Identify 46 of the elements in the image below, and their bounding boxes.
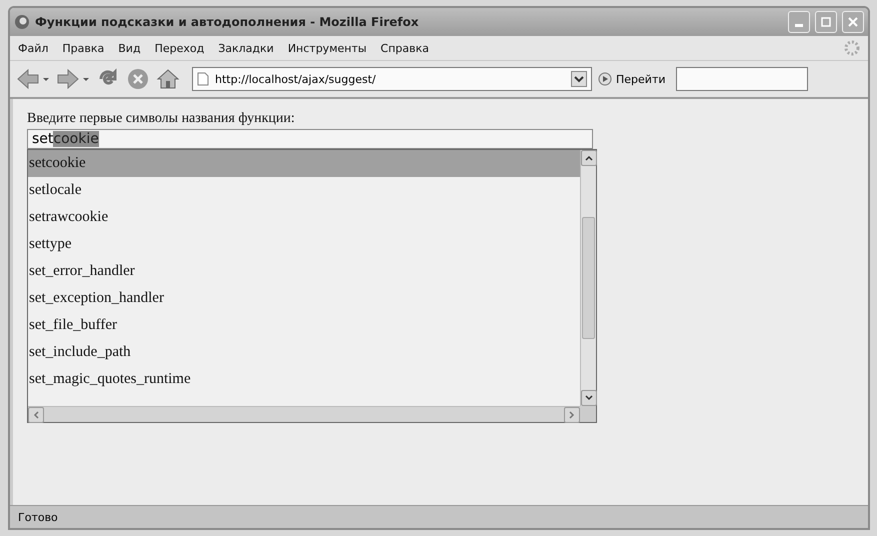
menu-item[interactable]: Файл	[18, 42, 48, 54]
vertical-scrollbar[interactable]	[580, 150, 596, 406]
suggestion-item[interactable]: set_magic_quotes_runtime	[28, 366, 580, 393]
close-icon	[848, 17, 858, 27]
field-label: Введите первые символы названия функции:	[27, 111, 296, 127]
address-bar[interactable]: http://localhost/ajax/suggest/	[192, 67, 592, 91]
back-button[interactable]	[16, 67, 50, 91]
maximize-button[interactable]	[815, 11, 837, 33]
menu-item[interactable]: Переход	[154, 42, 204, 54]
status-text: Готово	[18, 510, 58, 524]
suggestion-item[interactable]: setcookie	[28, 150, 580, 177]
throbber-icon	[844, 40, 860, 56]
menu-item[interactable]: Правка	[62, 42, 104, 54]
go-button[interactable]: Перейти	[598, 72, 666, 86]
suggestion-item[interactable]: setlocale	[28, 177, 580, 204]
suggestion-item[interactable]: settype	[28, 231, 580, 258]
caret-right-icon	[569, 411, 575, 419]
minimize-button[interactable]	[788, 11, 810, 33]
search-field[interactable]	[676, 67, 808, 91]
maximize-icon	[821, 17, 831, 27]
suggestion-item[interactable]: set_error_handler	[28, 258, 580, 285]
scroll-left-button[interactable]	[28, 407, 44, 423]
menu-item[interactable]: Справка	[380, 42, 430, 54]
scroll-down-button[interactable]	[581, 390, 597, 406]
suggestion-item[interactable]: set_include_path	[28, 339, 580, 366]
browser-logo-icon	[14, 14, 30, 30]
suggestion-item[interactable]: setrawcookie	[28, 204, 580, 231]
text-field[interactable]: setcookie	[27, 129, 593, 149]
scrollbar-corner	[580, 406, 596, 422]
suggestion-item[interactable]: set_exception_handler	[28, 285, 580, 312]
suggestion-item[interactable]: set_file_buffer	[28, 312, 580, 339]
horizontal-scrollbar[interactable]	[28, 406, 580, 422]
close-button[interactable]	[842, 11, 864, 33]
window-title: Функции подсказки и автодополнения - Mozilla Firefox	[35, 15, 420, 29]
minimize-icon	[795, 24, 803, 26]
caret-left-icon	[33, 411, 39, 419]
scroll-up-button[interactable]	[581, 150, 597, 166]
menu-item[interactable]: Инструменты	[288, 42, 367, 54]
home-icon[interactable]	[156, 67, 180, 91]
stop-icon[interactable]	[126, 67, 150, 91]
caret-up-icon	[585, 155, 593, 161]
scroll-thumb[interactable]	[582, 217, 595, 339]
caret-down-icon	[585, 395, 593, 401]
forward-button[interactable]	[56, 67, 90, 91]
menu-item[interactable]: Закладки	[218, 42, 274, 54]
menu-item[interactable]: Вид	[118, 42, 141, 54]
